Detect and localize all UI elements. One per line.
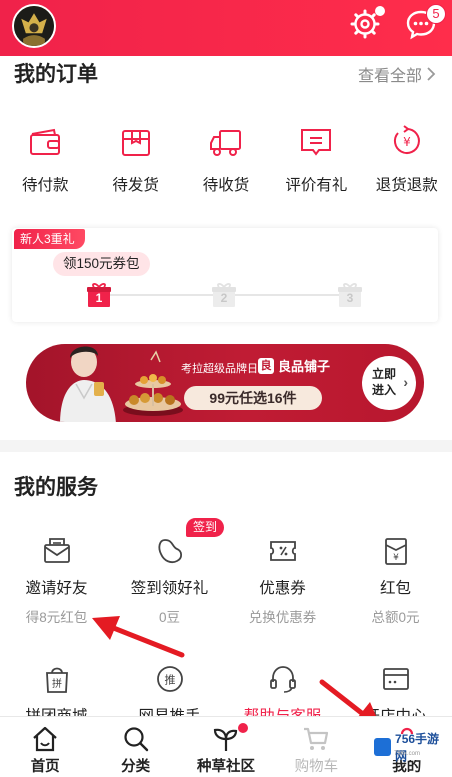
svg-text:拼: 拼 [52,677,62,690]
svg-text:推: 推 [164,673,175,687]
tab-community[interactable]: 种草社区 [181,717,271,777]
gift-step-3[interactable]: 3 [337,282,363,308]
gift-step-number: 3 [346,291,354,305]
tab-cart[interactable]: 购物车 [271,717,361,777]
service-name: 邀请好友 [25,580,88,597]
new-user-gift-card[interactable]: 新人3重礼 领150元券包 1 2 3 [12,228,438,322]
package-icon [121,130,150,156]
group-buy-icon: 拼 [45,667,68,693]
order-pending-payment[interactable]: 待付款 [0,125,90,205]
comment-icon [301,129,332,156]
order-pending-receipt[interactable]: 待收货 [181,125,271,205]
watermark-sub: 756x.com [394,751,421,757]
chevron-right-icon: › [403,374,408,390]
order-pending-shipment[interactable]: 待发货 [90,125,180,205]
avatar[interactable] [12,4,56,48]
coupon-pack-bubble: 领150元券包 [53,252,150,276]
tab-label: 分类 [121,759,151,775]
wallet-icon [30,128,61,155]
watermark-logo-icon [374,738,392,756]
order-item-label: 评价有礼 [285,177,348,194]
promo-banner[interactable]: 考拉超级品牌日 良 良品铺子 99元任选16件 立即 进入 › [26,344,424,422]
svg-text:¥: ¥ [403,135,411,149]
invite-envelope-icon [43,538,70,563]
order-review[interactable]: 评价有礼 [271,125,361,205]
brand-name: 良 良品铺子 [258,356,330,375]
brand-name-label: 良品铺子 [278,359,331,374]
order-item-label: 待发货 [112,177,159,194]
service-coupons[interactable]: 优惠券 兑换优惠券 [226,536,339,626]
community-notification-dot [237,723,248,733]
cart-icon [304,727,329,750]
bean-icon [157,539,182,564]
orders-title: 我的订单 [14,63,98,86]
store-card-icon [382,668,409,690]
brand-logo-icon: 良 [258,357,274,374]
services-row-1: 邀请好友 得8元红包 签到领好礼 0豆 优惠券 兑换优惠券 ¥ 红包 总额0元 [0,536,452,626]
order-status-row: 待付款 待发货 待收货 评价有礼 ¥ 退货退款 [0,125,452,205]
services-title: 我的服务 [14,476,98,499]
order-item-label: 退货退款 [375,177,438,194]
new-user-tag: 新人3重礼 [14,229,85,249]
truck-icon [209,130,241,156]
offer-pill: 99元任选16件 [184,386,322,410]
sign-in-badge: 签到 [186,518,225,537]
enter-now-line2: 进入 [372,383,397,397]
service-invite-friends[interactable]: 邀请好友 得8元红包 [0,536,113,626]
enter-now-button[interactable]: 立即 进入 › [362,356,416,410]
profile-page: 5 我的订单 查看全部 待付款 待发货 待收货 评价有礼 ¥ 退货退款 新人3重… [0,0,452,777]
message-count-badge: 5 [426,4,446,24]
gift-step-number: 2 [220,291,228,305]
home-icon [33,726,57,752]
service-name: 红包 [379,580,411,597]
tab-home[interactable]: 首页 [0,717,90,777]
tab-label: 种草社区 [196,759,255,775]
gift-step-number: 1 [95,291,103,305]
annotation-arrow-left [103,622,185,658]
section-divider [0,440,452,452]
headset-icon [269,666,296,693]
top-header: 5 [0,0,452,56]
red-packet-icon: ¥ [384,538,407,565]
gift-step-2[interactable]: 2 [211,282,237,308]
refund-icon: ¥ [393,125,420,154]
site-watermark: 756手游网 756x.com [372,732,448,763]
coupon-icon [269,541,296,561]
settings-dot [375,6,385,16]
service-sign-in[interactable]: 签到领好礼 0豆 [113,536,226,626]
service-name: 优惠券 [259,580,306,597]
order-item-label: 待付款 [21,177,69,194]
gift-step-1[interactable]: 1 [86,282,112,308]
chevron-right-icon [427,67,436,81]
watermark-text: 756手游网 [395,732,440,763]
service-sub: 0豆 [158,610,180,625]
service-red-packet[interactable]: ¥ 红包 总额0元 [339,536,452,626]
spokesperson-image [60,346,116,422]
order-refund[interactable]: ¥ 退货退款 [362,125,452,205]
brand-day-tagline: 考拉超级品牌日 [181,363,258,375]
sprout-icon [213,728,238,751]
service-sub: 得8元红包 [25,610,88,625]
tab-category[interactable]: 分类 [90,717,180,777]
enter-now-line1: 立即 [372,367,397,381]
tab-label: 购物车 [294,759,339,775]
order-item-label: 待收货 [202,177,250,194]
view-all-label: 查看全部 [357,68,422,85]
promote-icon: 推 [156,666,183,692]
search-icon [123,727,148,752]
svg-text:¥: ¥ [393,553,399,563]
tab-label: 首页 [30,759,60,775]
service-sub: 总额0元 [371,610,420,625]
snack-tower-image [123,350,183,416]
service-name: 签到领好礼 [130,580,209,597]
service-sub: 兑换优惠券 [248,610,317,625]
view-all-orders-link[interactable]: 查看全部 [358,62,436,86]
